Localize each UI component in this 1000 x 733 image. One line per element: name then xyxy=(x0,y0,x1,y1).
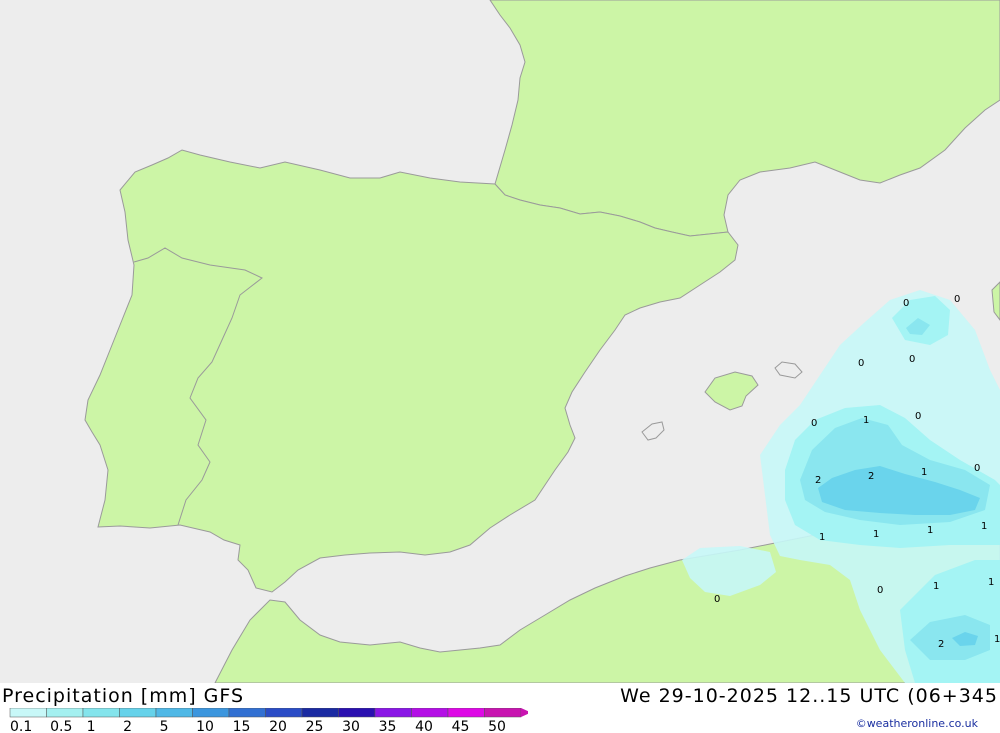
legend-label: 1 xyxy=(87,719,96,733)
legend-label: 2 xyxy=(123,719,132,733)
legend-swatch xyxy=(228,708,266,718)
legend-label: 20 xyxy=(269,719,287,733)
contour-label: 0 xyxy=(915,411,921,422)
contour-label: 1 xyxy=(863,415,869,426)
contour-label: 1 xyxy=(927,525,933,536)
contour-label: 0 xyxy=(909,354,915,365)
legend-label: 0.1 xyxy=(10,719,32,733)
contour-label: 1 xyxy=(873,529,879,540)
legend-label: 30 xyxy=(342,719,360,733)
legend-swatch xyxy=(119,708,157,718)
contour-label: 1 xyxy=(819,532,825,543)
precipitation-map: 0 0 0 0 0 1 0 2 2 1 0 1 1 1 1 0 0 1 1 2 … xyxy=(0,0,1000,684)
legend-swatch xyxy=(192,708,230,718)
precip-legend: 0.1 0.5 1 2 5 10 15 20 25 30 35 40 45 50 xyxy=(9,708,528,733)
contour-label: 1 xyxy=(981,521,987,532)
legend-swatch xyxy=(46,708,84,718)
legend-label: 5 xyxy=(160,719,169,733)
legend-swatch xyxy=(265,708,303,718)
legend-labels: 0.1 0.5 1 2 5 10 15 20 25 30 35 40 45 50 xyxy=(10,719,506,733)
forecast-datetime: We 29-10-2025 12..15 UTC (06+345 xyxy=(620,685,998,707)
map-footer: Precipitation [mm] GFS We 29-10-2025 12.… xyxy=(0,683,1000,733)
map-svg: 0 0 0 0 0 1 0 2 2 1 0 1 1 1 1 0 0 1 1 2 … xyxy=(0,0,1000,684)
contour-label: 2 xyxy=(868,471,874,482)
legend-swatch xyxy=(82,708,120,718)
contour-label: 0 xyxy=(954,294,960,305)
contour-label: 0 xyxy=(903,298,909,309)
legend-swatch xyxy=(301,708,339,718)
legend-label: 50 xyxy=(488,719,506,733)
contour-label: 0 xyxy=(877,585,883,596)
legend-swatch xyxy=(484,708,522,718)
contour-label: 1 xyxy=(933,581,939,592)
contour-label: 1 xyxy=(988,577,994,588)
legend-label: 15 xyxy=(233,719,251,733)
contour-label: 2 xyxy=(938,639,944,650)
contour-label: 0 xyxy=(714,594,720,605)
contour-label: 0 xyxy=(811,418,817,429)
contour-label: 0 xyxy=(858,358,864,369)
legend-label: 40 xyxy=(415,719,433,733)
legend-label: 45 xyxy=(452,719,470,733)
legend-bars xyxy=(9,708,528,718)
legend-swatch xyxy=(447,708,485,718)
legend-label: 25 xyxy=(306,719,324,733)
map-title: Precipitation [mm] GFS xyxy=(2,685,245,707)
legend-swatch xyxy=(155,708,193,718)
legend-swatch xyxy=(411,708,449,718)
legend-swatch xyxy=(9,708,47,718)
legend-swatch xyxy=(374,708,412,718)
credit-link[interactable]: ©weatheronline.co.uk xyxy=(856,717,978,730)
legend-label: 0.5 xyxy=(50,719,72,733)
contour-label: 0 xyxy=(974,463,980,474)
contour-label: 2 xyxy=(815,475,821,486)
contour-label: 1 xyxy=(994,634,1000,645)
legend-label: 35 xyxy=(379,719,397,733)
legend-label: 10 xyxy=(196,719,214,733)
legend-arrow xyxy=(521,708,528,717)
legend-swatch xyxy=(338,708,376,718)
contour-label: 1 xyxy=(921,467,927,478)
